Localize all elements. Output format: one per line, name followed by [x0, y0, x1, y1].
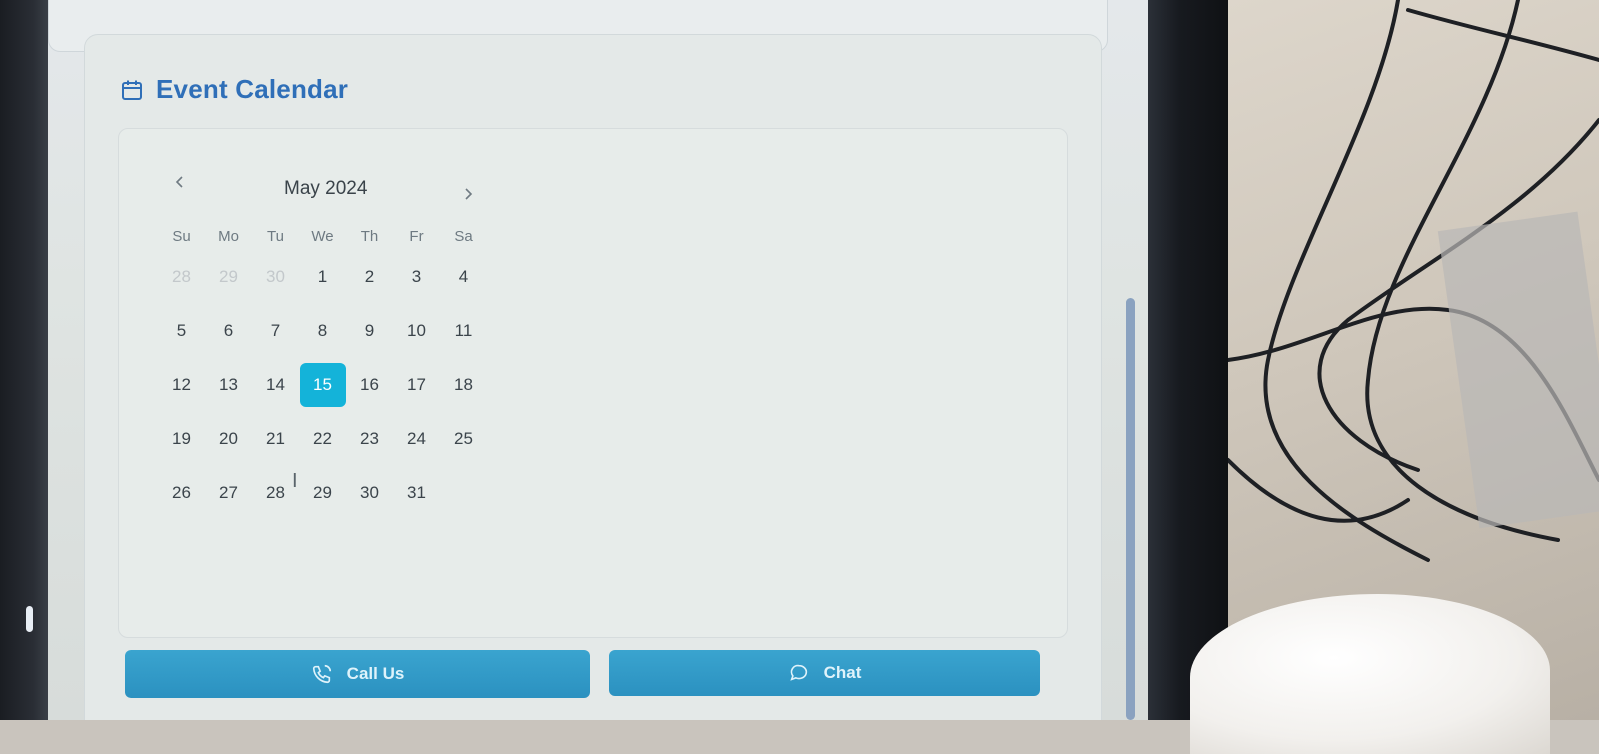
week-row: 28 29 30 1 2 3 4 — [158, 250, 487, 304]
calendar-day[interactable]: 18 — [440, 362, 487, 408]
weekday-label: Su — [172, 227, 191, 245]
prev-month-button[interactable] — [168, 170, 192, 194]
app-screen: Event Calendar May 2024 Su Mo Tu We Th F… — [48, 0, 1148, 720]
calendar-day[interactable]: 17 — [393, 362, 440, 408]
calendar-day-selected[interactable]: 15 — [299, 363, 346, 407]
chat-button[interactable]: Chat — [609, 650, 1040, 696]
calendar-day[interactable]: 22 — [299, 416, 346, 462]
calendar-day[interactable]: 5 — [158, 308, 205, 354]
calendar-day[interactable]: 31 — [393, 470, 440, 516]
calendar-day[interactable]: 27 — [205, 470, 252, 516]
calendar-day[interactable]: 13 — [205, 362, 252, 408]
chat-label: Chat — [823, 663, 862, 682]
calendar-day[interactable]: 7 — [252, 308, 299, 354]
weekday-label: Fr — [409, 227, 424, 245]
calendar-day[interactable]: 11 — [440, 308, 487, 354]
month-label: May 2024 — [284, 178, 368, 199]
calendar-day[interactable]: 29 — [299, 470, 346, 516]
calendar-day[interactable]: 29 — [205, 254, 252, 300]
week-row: 26 27 28 29 30 31 — [158, 466, 487, 520]
phone-icon — [312, 664, 331, 684]
device-side-button — [26, 606, 33, 632]
call-us-button[interactable]: Call Us — [125, 650, 590, 698]
calendar-day[interactable]: 14 — [252, 362, 299, 408]
calendar-day[interactable]: 8 — [299, 308, 346, 354]
calendar-day[interactable]: 28 — [158, 254, 205, 300]
next-month-button[interactable] — [456, 182, 480, 206]
calendar-icon — [122, 80, 142, 100]
white-cloth — [1190, 594, 1550, 754]
card-header: Event Calendar — [120, 74, 348, 105]
calendar-day[interactable]: 10 — [393, 308, 440, 354]
device-bezel-right — [1148, 0, 1228, 720]
calendar-day[interactable]: 3 — [393, 254, 440, 300]
calendar-day[interactable]: 21 — [252, 416, 299, 462]
chevron-left-icon — [175, 176, 183, 188]
calendar-day[interactable]: 23 — [346, 416, 393, 462]
weekday-label: Th — [360, 227, 379, 245]
scrollbar[interactable] — [1126, 298, 1135, 720]
calendar-day[interactable]: 24 — [393, 416, 440, 462]
calendar-day[interactable]: 6 — [205, 308, 252, 354]
calendar-day[interactable]: 26 — [158, 470, 205, 516]
calendar-day[interactable]: 12 — [158, 362, 205, 408]
page-title: Event Calendar — [156, 74, 349, 104]
calendar-day[interactable]: 25 — [440, 416, 487, 462]
calendar-day[interactable]: 9 — [346, 308, 393, 354]
week-row: 5 6 7 8 9 10 11 — [158, 304, 487, 358]
weekday-label: Mo — [218, 227, 239, 245]
calendar-day[interactable]: 19 — [158, 416, 205, 462]
chat-bubble-icon — [789, 664, 807, 681]
calendar-day[interactable]: 2 — [346, 254, 393, 300]
week-row: 19 20 21 22 23 24 25 — [158, 412, 487, 466]
calendar-day[interactable]: 20 — [205, 416, 252, 462]
calendar-day[interactable]: 16 — [346, 362, 393, 408]
calendar-day[interactable]: 4 — [440, 254, 487, 300]
calendar-day[interactable]: 30 — [346, 470, 393, 516]
weekday-header: Su Mo Tu We Th Fr Sa — [158, 222, 487, 250]
weekday-label: Sa — [454, 227, 473, 245]
calendar-day[interactable]: 30 — [252, 254, 299, 300]
week-row: 12 13 14 15 16 17 18 — [158, 358, 487, 412]
empty-day-cell — [440, 470, 487, 516]
weekday-label: Tu — [267, 227, 284, 245]
calendar-weeks: 28 29 30 1 2 3 4 5 6 7 8 9 10 11 12 13 14 15 16 17 18 19 20 21 2… — [158, 250, 487, 520]
text-cursor-icon: I — [292, 470, 298, 492]
calendar-grid: Su Mo Tu We Th Fr Sa 28 29 30 1 2 3 4 5 6 7 8 9 10 11… — [158, 222, 487, 520]
weekday-label: We — [311, 227, 334, 245]
chevron-right-icon — [465, 188, 473, 200]
call-us-label: Call Us — [346, 664, 405, 683]
device-bezel-left — [0, 0, 48, 720]
calendar-day[interactable]: 1 — [299, 254, 346, 300]
